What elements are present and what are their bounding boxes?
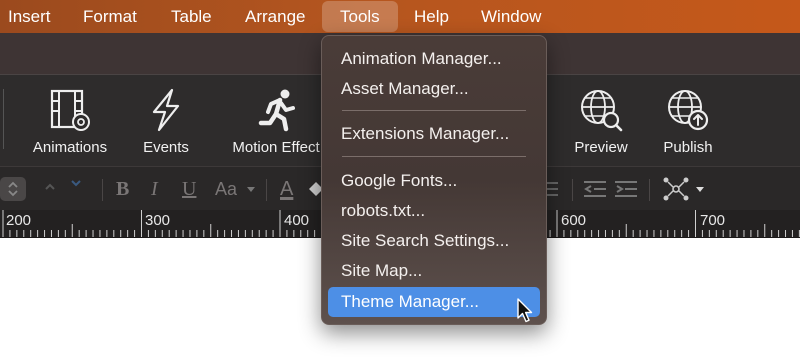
animations-button[interactable]: Animations xyxy=(30,75,110,167)
stepper-arrows-icon xyxy=(8,181,18,197)
globe-upload-icon xyxy=(668,90,709,131)
format-divider xyxy=(102,179,103,201)
menu-insert[interactable]: Insert xyxy=(8,0,51,33)
publish-label: Publish xyxy=(663,139,713,156)
italic-button[interactable]: I xyxy=(151,177,158,201)
outdent-icon[interactable] xyxy=(584,180,606,198)
menu-bar: Insert Format Table Arrange Tools Help W… xyxy=(0,0,800,33)
format-divider xyxy=(266,179,267,201)
film-gear-icon xyxy=(50,89,90,131)
menu-item-site-map[interactable]: Site Map... xyxy=(328,256,540,286)
events-button[interactable]: Events xyxy=(126,75,206,167)
font-size-stepper[interactable] xyxy=(0,177,26,201)
mouse-pointer-icon xyxy=(517,298,533,323)
chevron-down-icon[interactable] xyxy=(246,186,256,194)
menu-separator xyxy=(342,110,526,111)
publish-button[interactable]: Publish xyxy=(648,75,728,167)
menu-help[interactable]: Help xyxy=(414,0,449,33)
menu-item-site-search-settings[interactable]: Site Search Settings... xyxy=(328,226,540,256)
format-divider xyxy=(572,179,573,201)
menu-arrange[interactable]: Arrange xyxy=(245,0,305,33)
superscript-subscript-icon[interactable] xyxy=(38,177,88,201)
ruler-label: 200 xyxy=(6,212,32,229)
chevron-down-icon[interactable] xyxy=(695,186,705,194)
menu-table[interactable]: Table xyxy=(171,0,212,33)
menu-format[interactable]: Format xyxy=(83,0,137,33)
underline-button[interactable]: U xyxy=(182,177,196,201)
format-divider xyxy=(649,179,650,201)
menu-window[interactable]: Window xyxy=(481,0,541,33)
ruler-label: 400 xyxy=(284,212,310,229)
lightning-icon xyxy=(152,88,180,132)
text-color-button[interactable]: A xyxy=(280,177,293,201)
network-nodes-icon[interactable] xyxy=(662,176,690,202)
menu-item-google-fonts[interactable]: Google Fonts... xyxy=(328,166,540,196)
indent-icon[interactable] xyxy=(615,180,637,198)
bold-button[interactable]: B xyxy=(116,177,129,201)
font-size-button[interactable]: Aa xyxy=(215,177,237,201)
motion-effect-button[interactable]: Motion Effect xyxy=(232,75,320,167)
menu-item-theme-manager[interactable]: Theme Manager... xyxy=(328,287,540,317)
menu-item-animation-manager[interactable]: Animation Manager... xyxy=(328,44,540,74)
motion-effect-label: Motion Effect xyxy=(232,139,320,156)
events-label: Events xyxy=(143,139,189,156)
menu-item-asset-manager[interactable]: Asset Manager... xyxy=(328,74,540,104)
tools-menu: Animation Manager... Asset Manager... Ex… xyxy=(321,35,547,325)
menu-item-extensions-manager[interactable]: Extensions Manager... xyxy=(328,119,540,149)
menu-separator xyxy=(342,156,526,157)
ruler-label: 700 xyxy=(700,212,726,229)
menu-item-robots-txt[interactable]: robots.txt... xyxy=(328,196,540,226)
ruler-label: 300 xyxy=(145,212,171,229)
toolbar-divider xyxy=(3,89,4,149)
menu-tools[interactable]: Tools xyxy=(322,1,398,32)
globe-search-icon xyxy=(581,90,623,132)
running-figure-icon xyxy=(258,89,295,132)
ruler-label: 600 xyxy=(561,212,587,229)
